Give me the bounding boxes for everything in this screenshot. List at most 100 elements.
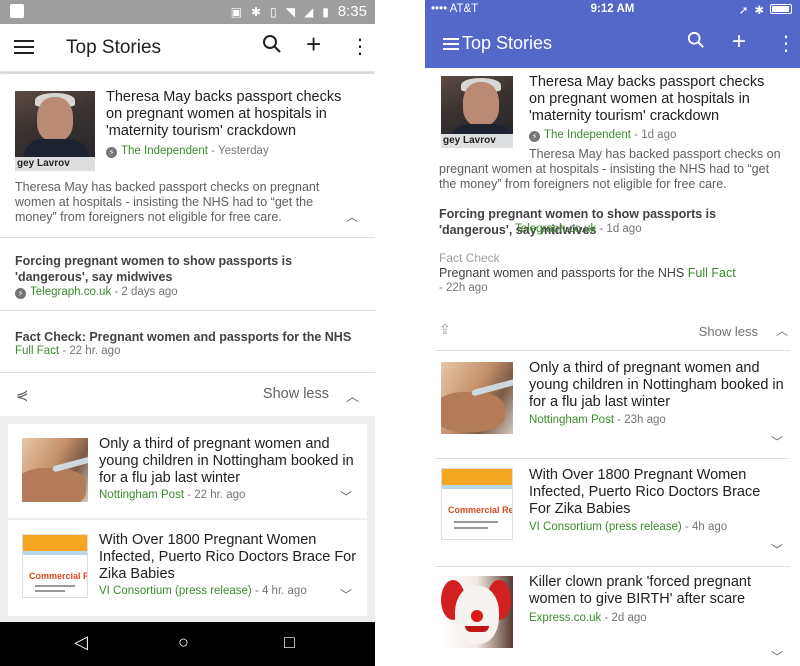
location-icon: ➚ <box>738 5 749 17</box>
fact-check-headline[interactable]: Pregnant women and passports for the NHS <box>439 266 684 280</box>
story-meta: VI Consortium (press release) - 4h ago <box>529 520 727 534</box>
story-time: - 23h ago <box>614 414 666 426</box>
wifi-icon: ◥ <box>285 5 295 19</box>
thumbnail-caption: gey Lavrov <box>441 134 513 148</box>
collapse-chevron-icon[interactable]: ︿ <box>346 208 358 225</box>
ios-screen: •••• AT&T 9:12 AM ➚ ✱ Top Stories + ⋮ ge… <box>425 0 800 666</box>
story-thumbnail[interactable] <box>22 438 88 502</box>
story-meta: VI Consortium (press release) - 4 hr. ag… <box>99 584 307 598</box>
story-meta: ⚡ The Independent - Yesterday <box>106 144 269 158</box>
home-icon[interactable]: ○ <box>178 632 189 653</box>
related-headline[interactable]: Forcing pregnant women to show passports… <box>15 253 360 285</box>
ios-header: •••• AT&T 9:12 AM ➚ ✱ Top Stories + ⋮ <box>425 0 800 68</box>
story-headline[interactable]: With Over 1800 Pregnant Women Infected, … <box>99 532 361 583</box>
story-source[interactable]: VI Consortium (press release) <box>529 521 682 533</box>
add-icon[interactable]: + <box>732 28 746 56</box>
related-meta: ⚡ Telegraph.co.uk - 2 days ago <box>15 285 178 299</box>
related-source[interactable]: Telegraph.co.uk <box>30 286 111 298</box>
add-icon[interactable]: + <box>306 31 321 57</box>
page-title: Top Stories <box>66 37 162 58</box>
page-title: Top Stories <box>462 33 553 53</box>
related-time: - 1d ago <box>596 223 642 235</box>
related-source[interactable]: Telegraph.co.uk <box>515 223 596 235</box>
chevron-up-icon[interactable]: ︿ <box>346 386 359 405</box>
amp-icon: ⚡ <box>106 147 117 158</box>
story-source[interactable]: Express.co.uk <box>529 612 601 624</box>
story-time: - 4 hr. ago <box>251 585 307 597</box>
chevron-down-icon[interactable]: ﹀ <box>771 541 783 558</box>
amp-icon: ⚡ <box>15 288 26 299</box>
ios-status-bar: •••• AT&T 9:12 AM ➚ ✱ <box>425 0 800 20</box>
bluetooth-icon: ✱ <box>251 5 262 19</box>
story-snippet: Theresa May has backed passport checks o… <box>439 147 781 191</box>
story-headline[interactable]: Only a third of pregnant women and young… <box>99 436 354 487</box>
status-time: 8:35 <box>337 3 367 20</box>
story-cluster-card: gey Lavrov Theresa May backs passport ch… <box>0 74 375 372</box>
chevron-down-icon[interactable]: ﹀ <box>340 586 352 603</box>
story-source[interactable]: Nottingham Post <box>529 414 614 426</box>
chevron-up-icon[interactable]: ︿ <box>776 322 788 339</box>
story-meta: Nottingham Post - 23h ago <box>529 413 666 427</box>
story-headline[interactable]: Theresa May backs passport checks on pre… <box>529 74 779 125</box>
story-thumbnail[interactable] <box>441 362 513 434</box>
menu-icon[interactable] <box>443 38 459 52</box>
story-headline[interactable]: Only a third of pregnant women and young… <box>529 360 784 411</box>
story-thumbnail[interactable]: gey Lavrov <box>15 91 95 171</box>
battery-icon: ▮ <box>322 5 329 19</box>
search-icon[interactable] <box>262 34 282 60</box>
story-meta: ⚡ The Independent - 1d ago <box>529 128 676 142</box>
android-screen: ▣ ✱ ▯ ◥ ◢ ▮ 8:35 Top Stories + ⋮ gey Lav… <box>0 0 375 666</box>
story-headline[interactable]: With Over 1800 Pregnant Women Infected, … <box>529 467 784 518</box>
back-icon[interactable]: ◁ <box>74 632 88 653</box>
story-meta: Nottingham Post - 22 hr. ago <box>99 488 245 502</box>
fact-check-source[interactable]: Full Fact <box>688 266 736 280</box>
fact-check-time: - 22h ago <box>439 282 488 294</box>
notification-icon <box>10 4 24 18</box>
story-source[interactable]: Nottingham Post <box>99 489 184 501</box>
show-less-button[interactable]: Show less <box>699 324 758 339</box>
story-time: - Yesterday <box>207 145 269 157</box>
briefcase-icon: ▣ <box>230 5 243 19</box>
divider <box>435 458 790 459</box>
fact-check-time: - 22 hr. ago <box>59 345 121 357</box>
story-thumbnail[interactable] <box>441 576 513 648</box>
android-status-bar: ▣ ✱ ▯ ◥ ◢ ▮ 8:35 <box>0 0 375 24</box>
divider <box>435 350 790 351</box>
show-less-button[interactable]: Show less <box>263 386 329 402</box>
story-meta: Express.co.uk - 2d ago <box>529 611 647 625</box>
more-options-icon[interactable]: ⋮ <box>350 34 370 60</box>
search-icon[interactable] <box>687 31 705 55</box>
fact-check-headline[interactable]: Fact Check: Pregnant women and passports… <box>15 329 360 345</box>
chevron-down-icon[interactable]: ﹀ <box>771 433 783 450</box>
battery-icon <box>770 4 792 14</box>
story-thumbnail[interactable]: gey Lavrov <box>441 76 513 148</box>
chevron-down-icon[interactable]: ﹀ <box>771 648 783 665</box>
more-options-icon[interactable]: ⋮ <box>776 31 796 56</box>
chevron-down-icon[interactable]: ﹀ <box>340 488 352 505</box>
thumbnail-caption: gey Lavrov <box>15 157 95 171</box>
share-icon[interactable]: ⇪ <box>439 321 451 338</box>
thumbnail-text: Commercial Real Estate <box>29 571 87 581</box>
story-headline[interactable]: Killer clown prank 'forced pregnant wome… <box>529 574 784 608</box>
story-source[interactable]: The Independent <box>544 129 631 141</box>
story-thumbnail[interactable]: Commercial Real Estate <box>441 468 513 540</box>
recents-icon[interactable]: □ <box>284 632 295 653</box>
fact-check-source[interactable]: Full Fact <box>15 345 59 357</box>
menu-icon[interactable] <box>14 40 34 56</box>
related-time: - 2 days ago <box>111 286 178 298</box>
story-time: - 22 hr. ago <box>184 489 246 501</box>
story-source[interactable]: The Independent <box>121 145 208 157</box>
fact-check-label: Fact Check <box>439 251 500 265</box>
android-toolbar: Top Stories + ⋮ <box>0 24 375 72</box>
fact-check-row: Pregnant women and passports for the NHS… <box>439 266 736 280</box>
thumbnail-text: Commercial Real Estate <box>448 505 513 515</box>
divider <box>0 310 375 311</box>
related-meta: Telegraph.co.uk - 1d ago <box>515 222 642 236</box>
story-card: Only a third of pregnant women and young… <box>8 424 367 518</box>
vibrate-icon: ▯ <box>270 5 277 19</box>
story-headline[interactable]: Theresa May backs passport checks on pre… <box>106 89 356 140</box>
story-thumbnail[interactable]: Commercial Real Estate <box>22 534 88 598</box>
story-time: - 4h ago <box>681 521 728 533</box>
share-icon[interactable]: ⋞ <box>16 386 29 404</box>
story-source[interactable]: VI Consortium (press release) <box>99 585 252 597</box>
